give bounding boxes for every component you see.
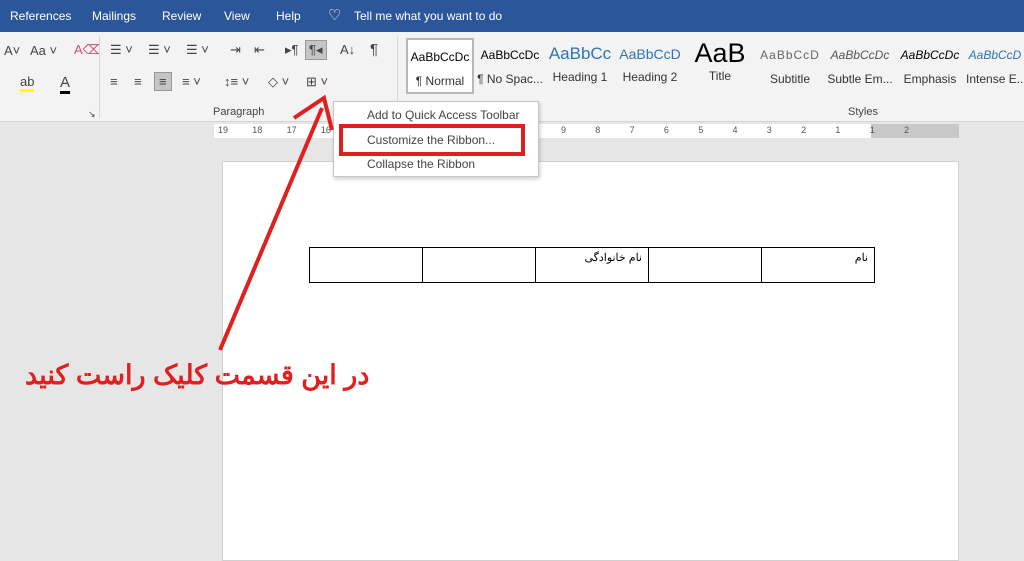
annotation-text: در این قسمت کلیک راست کنید xyxy=(25,360,370,390)
annotation-arrow-icon xyxy=(218,94,334,351)
